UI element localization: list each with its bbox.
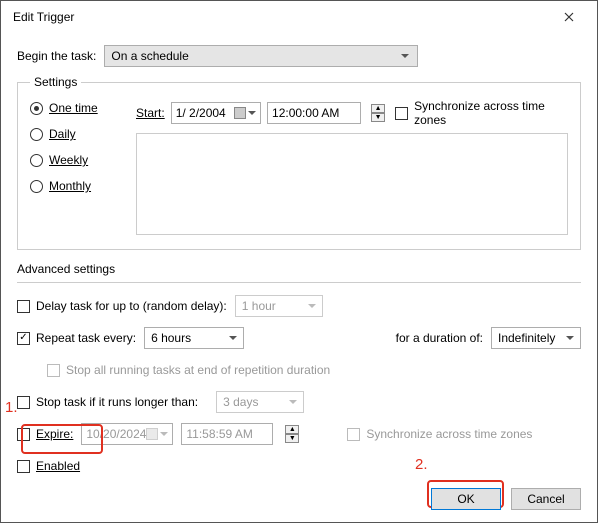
radio-onetime[interactable]: One time bbox=[30, 101, 120, 115]
delay-check[interactable]: Delay task for up to (random delay): bbox=[17, 299, 227, 313]
start-date-value: 1/ 2/2004 bbox=[176, 106, 226, 120]
chevron-down-icon bbox=[160, 432, 168, 436]
stop-longer-label: Stop task if it runs longer than: bbox=[36, 395, 198, 409]
duration-value: Indefinitely bbox=[498, 331, 555, 345]
start-date-input[interactable]: 1/ 2/2004 bbox=[171, 102, 261, 124]
cancel-button[interactable]: Cancel bbox=[511, 488, 581, 510]
duration-select[interactable]: Indefinitely bbox=[491, 327, 581, 349]
start-time-input[interactable]: 12:00:00 AM bbox=[267, 102, 361, 124]
chevron-down-icon bbox=[248, 111, 256, 115]
checkbox-icon bbox=[17, 396, 30, 409]
checkbox-icon bbox=[395, 107, 408, 120]
radio-icon bbox=[30, 102, 43, 115]
expire-sync-label: Synchronize across time zones bbox=[366, 427, 532, 441]
ok-button[interactable]: OK bbox=[431, 488, 501, 510]
expire-sync-check: Synchronize across time zones bbox=[347, 427, 532, 441]
radio-daily-label: Daily bbox=[49, 127, 76, 141]
enabled-label: Enabled bbox=[36, 459, 80, 473]
schedule-detail-panel bbox=[136, 133, 568, 235]
spin-down-icon[interactable]: ▼ bbox=[285, 434, 299, 443]
checkbox-icon bbox=[17, 332, 30, 345]
time-spinner[interactable]: ▲ ▼ bbox=[371, 104, 385, 122]
duration-label: for a duration of: bbox=[396, 331, 483, 345]
radio-icon bbox=[30, 180, 43, 193]
sync-timezones-label: Synchronize across time zones bbox=[414, 99, 568, 127]
annotation-1: 1. bbox=[5, 399, 18, 416]
repeat-label: Repeat task every: bbox=[36, 331, 136, 345]
radio-weekly-label: Weekly bbox=[49, 153, 88, 167]
repeat-value: 6 hours bbox=[151, 331, 191, 345]
enabled-check[interactable]: Enabled bbox=[17, 459, 80, 473]
radio-monthly[interactable]: Monthly bbox=[30, 179, 120, 193]
settings-legend: Settings bbox=[30, 75, 81, 89]
stop-longer-value: 3 days bbox=[223, 395, 258, 409]
spin-up-icon[interactable]: ▲ bbox=[285, 425, 299, 434]
checkbox-icon bbox=[47, 364, 60, 377]
start-label: Start: bbox=[136, 106, 165, 120]
begin-task-label: Begin the task: bbox=[17, 49, 96, 63]
radio-weekly[interactable]: Weekly bbox=[30, 153, 120, 167]
checkbox-icon bbox=[347, 428, 360, 441]
expire-time-value: 11:58:59 AM bbox=[186, 427, 253, 441]
begin-task-combo[interactable]: On a schedule bbox=[104, 45, 418, 67]
advanced-title: Advanced settings bbox=[17, 262, 581, 276]
settings-group: Settings One time Daily Weekly Monthly S… bbox=[17, 75, 581, 250]
annotation-2: 2. bbox=[415, 456, 428, 473]
begin-task-value: On a schedule bbox=[111, 49, 188, 63]
start-time-value: 12:00:00 AM bbox=[272, 106, 339, 120]
titlebar: Edit Trigger bbox=[1, 1, 597, 33]
annotation-box-1 bbox=[21, 424, 103, 454]
stop-longer-check[interactable]: Stop task if it runs longer than: bbox=[17, 395, 198, 409]
expire-time-input[interactable]: 11:58:59 AM bbox=[181, 423, 273, 445]
checkbox-icon bbox=[17, 460, 30, 473]
spin-up-icon[interactable]: ▲ bbox=[371, 104, 385, 113]
close-icon bbox=[564, 12, 574, 22]
expire-time-spinner[interactable]: ▲ ▼ bbox=[285, 425, 299, 443]
stop-longer-select: 3 days bbox=[216, 391, 304, 413]
repeat-select[interactable]: 6 hours bbox=[144, 327, 244, 349]
radio-onetime-label: One time bbox=[49, 101, 98, 115]
delay-label: Delay task for up to (random delay): bbox=[36, 299, 227, 313]
delay-select: 1 hour bbox=[235, 295, 323, 317]
radio-daily[interactable]: Daily bbox=[30, 127, 120, 141]
delay-value: 1 hour bbox=[242, 299, 276, 313]
stop-running-check: Stop all running tasks at end of repetit… bbox=[47, 363, 330, 377]
close-button[interactable] bbox=[549, 3, 589, 31]
sync-timezones-check[interactable]: Synchronize across time zones bbox=[395, 99, 568, 127]
calendar-icon bbox=[234, 107, 246, 119]
stop-running-label: Stop all running tasks at end of repetit… bbox=[66, 363, 330, 377]
repeat-check[interactable]: Repeat task every: bbox=[17, 331, 136, 345]
radio-icon bbox=[30, 154, 43, 167]
radio-icon bbox=[30, 128, 43, 141]
spin-down-icon[interactable]: ▼ bbox=[371, 113, 385, 122]
radio-monthly-label: Monthly bbox=[49, 179, 91, 193]
window-title: Edit Trigger bbox=[9, 10, 549, 24]
calendar-icon bbox=[146, 428, 158, 440]
checkbox-icon bbox=[17, 300, 30, 313]
